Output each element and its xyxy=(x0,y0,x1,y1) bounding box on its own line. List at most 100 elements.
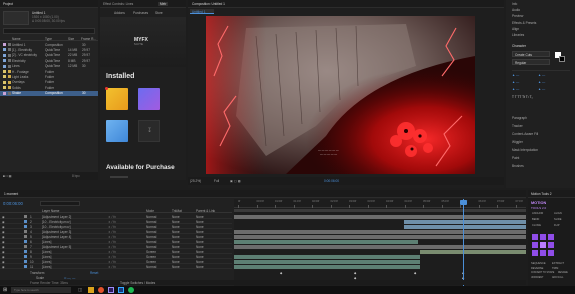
layer-parent-dropdown[interactable]: None xyxy=(196,230,204,234)
visibility-eye-icon[interactable]: ◉ xyxy=(2,245,5,249)
layer-label-color[interactable] xyxy=(24,230,27,233)
layer-parent-dropdown[interactable]: None xyxy=(196,245,204,249)
visibility-eye-icon[interactable]: ◉ xyxy=(2,225,5,229)
windows-start-icon[interactable]: ⊞ xyxy=(3,287,7,293)
vertical-scale-field[interactable]: ▲ — xyxy=(512,87,519,91)
playhead-handle[interactable] xyxy=(460,200,467,205)
tab-composition[interactable]: Composition: Untitled 1 xyxy=(192,2,225,6)
layer-name[interactable]: [Lines] xyxy=(42,250,51,254)
keyframe-icon[interactable]: ◆ xyxy=(354,271,356,275)
text-style-buttons[interactable]: T T TT Tt T¹ T₁ xyxy=(512,95,533,99)
right-section-audio[interactable]: Audio xyxy=(512,8,520,12)
viewer-timecode[interactable]: 0:00:06:00 xyxy=(324,179,339,183)
layer-bar[interactable] xyxy=(234,229,526,234)
mt-trim[interactable]: TRIM xyxy=(552,267,558,270)
scale-value[interactable]: ∞ —, — xyxy=(64,276,75,280)
label-color-swatch[interactable] xyxy=(3,48,6,52)
right-section-info[interactable]: Info xyxy=(512,2,517,6)
label-color-swatch[interactable] xyxy=(3,91,6,95)
layer-switches[interactable]: ✶ / fx xyxy=(108,255,116,259)
layer-trkmat-dropdown[interactable]: None xyxy=(172,245,180,249)
layer-label-color[interactable] xyxy=(24,265,27,268)
camera-icon[interactable]: ▣ ▢ ▩ xyxy=(230,179,241,183)
font-family-dropdown[interactable]: Create Cuts xyxy=(512,51,550,57)
project-item[interactable]: Shake Composition 30 xyxy=(0,90,98,96)
layer-label-color[interactable] xyxy=(24,225,27,228)
spotify-icon[interactable] xyxy=(128,287,134,293)
layer-mode-dropdown[interactable]: Screen xyxy=(146,260,156,264)
layer-bar[interactable] xyxy=(420,249,526,254)
layer-switches[interactable]: ✶ / fx xyxy=(108,230,116,234)
project-item[interactable]: Untitled 1 Composition 30 xyxy=(0,42,98,47)
project-item[interactable]: Electricity QuickTime 8 MB 29.97 xyxy=(0,58,98,63)
plugin-scrollbar[interactable] xyxy=(110,176,128,178)
col-parent[interactable]: Parent & Link xyxy=(196,209,215,213)
layer-name[interactable]: [10 - Electricity.mov] xyxy=(42,225,70,229)
mt-flip[interactable]: FLIP xyxy=(554,224,559,227)
layer-mode-dropdown[interactable]: Normal xyxy=(146,215,156,219)
layer-bar[interactable] xyxy=(234,214,526,219)
layer-parent-dropdown[interactable]: None xyxy=(196,225,204,229)
zoom-dropdown[interactable]: (25.2%) xyxy=(190,179,201,183)
grid-btn[interactable] xyxy=(540,242,546,248)
layer-switches[interactable]: ✶ / fx xyxy=(108,260,116,264)
layer-switches[interactable]: ✶ / fx xyxy=(108,220,116,224)
layer-switches[interactable]: ✶ / fx xyxy=(108,245,116,249)
layer-trkmat-dropdown[interactable]: None xyxy=(172,255,180,259)
right-section-brushes[interactable]: Brushes xyxy=(512,164,524,168)
layer-parent-dropdown[interactable]: None xyxy=(196,260,204,264)
mt-reverse[interactable]: REVERSE xyxy=(531,267,543,270)
col-mode[interactable]: Mode xyxy=(146,209,154,213)
resolution-dropdown[interactable]: Full xyxy=(214,179,219,183)
col-trkmat[interactable]: TrkMat xyxy=(172,209,182,213)
installed-tile-3[interactable] xyxy=(106,120,128,142)
right-section-wiggler[interactable]: Wiggler xyxy=(512,140,523,144)
layer-parent-dropdown[interactable]: None xyxy=(196,250,204,254)
layer-mode-dropdown[interactable]: Normal xyxy=(146,240,156,244)
right-section-effects-presets[interactable]: Effects & Presets xyxy=(512,21,536,25)
comp-viewer[interactable]: — — — — — — — — — — — xyxy=(206,16,475,174)
layer-label-color[interactable] xyxy=(24,235,27,238)
right-section-align[interactable]: Align xyxy=(512,27,519,31)
layer-bar[interactable] xyxy=(404,224,526,229)
col-name[interactable]: Name xyxy=(12,37,21,41)
mt-sequence[interactable]: SEQUENCE xyxy=(531,262,546,265)
scale-label[interactable]: Scale xyxy=(36,276,44,280)
chrome-icon[interactable] xyxy=(98,287,104,293)
tracking-field[interactable]: ▲ — xyxy=(538,80,545,84)
label-color-swatch[interactable] xyxy=(3,80,6,84)
layer-switches[interactable]: ✶ / fx xyxy=(108,250,116,254)
project-item[interactable]: [1] - Electricity QuickTime 14 MB 29.97 xyxy=(0,47,98,52)
layer-name[interactable]: [Adjustment Layer 5] xyxy=(42,245,71,249)
layer-name[interactable]: [Lines] xyxy=(42,265,51,269)
layer-name[interactable]: [Lines] xyxy=(42,260,51,264)
bpc-label[interactable]: 8 bpc xyxy=(72,174,80,178)
transform-reset-link[interactable]: Reset xyxy=(90,271,98,275)
layer-name[interactable]: [10 - Electricity.mov] xyxy=(42,220,70,224)
layer-name[interactable]: [Adjustment Layer 3] xyxy=(42,230,71,234)
layer-parent-dropdown[interactable]: None xyxy=(196,235,204,239)
photoshop-icon[interactable] xyxy=(118,287,124,293)
right-section-preview[interactable]: Preview xyxy=(512,14,523,18)
keyframe-icon[interactable]: ◆ xyxy=(414,271,416,275)
right-section-libraries[interactable]: Libraries xyxy=(512,33,524,37)
layer-parent-dropdown[interactable]: None xyxy=(196,215,204,219)
layer-label-color[interactable] xyxy=(24,255,27,258)
mt-bend[interactable]: BEND xyxy=(532,218,539,221)
layer-parent-dropdown[interactable]: None xyxy=(196,255,204,259)
layer-label-color[interactable] xyxy=(24,220,27,223)
layer-trkmat-dropdown[interactable]: None xyxy=(172,265,180,269)
installed-tile-4[interactable]: ↧ xyxy=(138,120,160,142)
layer-bar[interactable] xyxy=(234,264,420,269)
visibility-eye-icon[interactable]: ◉ xyxy=(2,230,5,234)
col-size[interactable]: Size xyxy=(68,37,74,41)
leading-field[interactable]: ▲ — xyxy=(538,73,545,77)
horizontal-scale-field[interactable]: ▲ — xyxy=(538,87,545,91)
layer-name[interactable]: [Adjustment Layer 4] xyxy=(42,235,71,239)
timeline-timecode[interactable]: 0:00:06:00 xyxy=(3,201,23,206)
grid-btn[interactable] xyxy=(540,250,546,256)
layer-trkmat-dropdown[interactable]: None xyxy=(172,260,180,264)
stroke-color-swatch[interactable] xyxy=(559,56,565,62)
project-item[interactable]: Overlays Folder xyxy=(0,80,98,85)
right-section-tracker[interactable]: Tracker xyxy=(512,124,523,128)
